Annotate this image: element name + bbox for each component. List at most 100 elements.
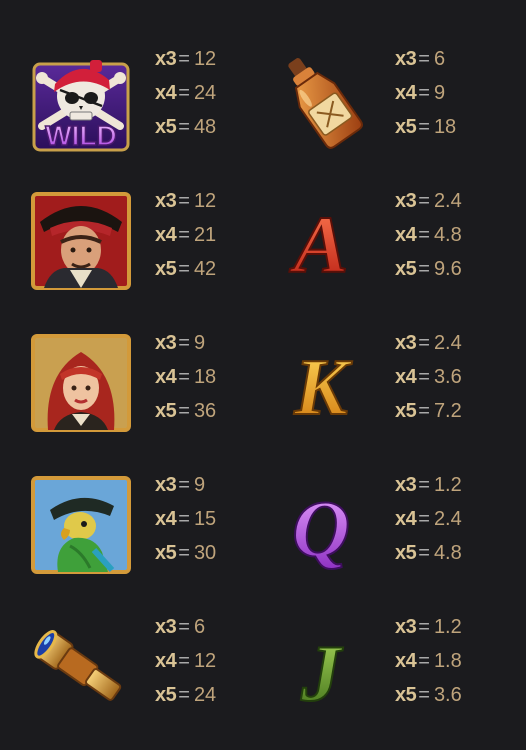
multiplier: x5 (395, 258, 417, 280)
multiplier: x3 (155, 332, 177, 354)
letter-a-glyph: A (289, 199, 349, 290)
wild-skull-icon: WILD (30, 50, 132, 152)
pay-list: x3 = 9 x4 = 18 x5 = 36 (155, 326, 216, 428)
multiplier: x3 (395, 474, 417, 496)
letter-j-glyph: J (300, 630, 344, 718)
payout-value: 48 (193, 116, 217, 138)
multiplier: x5 (155, 542, 177, 564)
paytable-entry-spyglass: x3 = 6 x4 = 12 x5 = 24 (0, 610, 263, 750)
payout-value: 18 (193, 366, 217, 388)
paytable-entry-letter-k: K x3 = 2.4 x4 = 3.6 x5 = 7.2 (240, 326, 503, 466)
payout-value: 9 (193, 332, 206, 354)
payout-value: 4.8 (433, 224, 462, 246)
multiplier: x3 (155, 616, 177, 638)
payout-value: 30 (193, 542, 217, 564)
multiplier: x3 (155, 48, 177, 70)
multiplier: x4 (395, 650, 417, 672)
letter-q-icon: Q (270, 476, 372, 578)
multiplier: x4 (395, 82, 417, 104)
pay-list: x3 = 9 x4 = 15 x5 = 30 (155, 468, 216, 570)
multiplier: x5 (155, 684, 177, 706)
pay-row: x5 = 36 (155, 400, 217, 422)
payout-value: 6 (433, 48, 446, 70)
multiplier: x4 (395, 508, 417, 530)
multiplier: x5 (395, 542, 417, 564)
payout-value: 24 (193, 684, 217, 706)
pay-row: x3 = 1.2 (395, 616, 462, 638)
payout-value: 21 (193, 224, 217, 246)
paytable-entry-letter-a: A x3 = 2.4 x4 = 4.8 x5 = 9.6 (240, 184, 503, 324)
pay-list: x3 = 2.4 x4 = 4.8 x5 = 9.6 (395, 184, 462, 286)
letter-q-glyph: Q (292, 486, 350, 574)
payout-value: 24 (193, 82, 217, 104)
multiplier: x4 (155, 508, 177, 530)
payout-value: 9.6 (433, 258, 462, 280)
multiplier: x4 (155, 366, 177, 388)
letter-j-icon: J (270, 618, 372, 720)
pay-list: x3 = 1.2 x4 = 2.4 x5 = 4.8 (395, 468, 462, 570)
paytable-entry-rum-bottle: x3 = 6 x4 = 9 x5 = 18 (240, 42, 503, 182)
letter-k-glyph: K (293, 344, 352, 432)
paytable-entry-pirate-captain: x3 = 12 x4 = 21 x5 = 42 (0, 184, 263, 324)
multiplier: x5 (395, 116, 417, 138)
pay-row: x4 = 3.6 (395, 366, 462, 388)
pay-row: x3 = 6 (395, 48, 446, 70)
pay-row: x3 = 2.4 (395, 190, 462, 212)
pay-row: x3 = 1.2 (395, 474, 462, 496)
payout-value: 1.2 (433, 616, 462, 638)
multiplier: x4 (155, 82, 177, 104)
multiplier: x3 (395, 332, 417, 354)
rum-bottle-icon (270, 50, 372, 152)
paytable-entry-wild: WILD x3 = 12 x4 = 24 x5 = 48 (0, 42, 263, 182)
pay-row: x4 = 2.4 (395, 508, 462, 530)
payout-value: 3.6 (433, 366, 462, 388)
pay-row: x5 = 30 (155, 542, 217, 564)
payout-value: 42 (193, 258, 217, 280)
multiplier: x3 (155, 474, 177, 496)
pay-row: x3 = 9 (155, 474, 206, 496)
pay-row: x4 = 9 (395, 82, 446, 104)
payout-value: 4.8 (433, 542, 462, 564)
pay-row: x5 = 7.2 (395, 400, 462, 422)
pay-row: x4 = 21 (155, 224, 217, 246)
multiplier: x3 (395, 616, 417, 638)
pay-list: x3 = 1.2 x4 = 1.8 x5 = 3.6 (395, 610, 462, 712)
wild-label: WILD (45, 120, 117, 151)
pirate-captain-icon (30, 192, 132, 294)
pay-list: x3 = 6 x4 = 9 x5 = 18 (395, 42, 456, 144)
payout-value: 1.2 (433, 474, 462, 496)
pay-row: x5 = 18 (395, 116, 457, 138)
multiplier: x4 (395, 366, 417, 388)
payout-value: 6 (193, 616, 206, 638)
pay-list: x3 = 6 x4 = 12 x5 = 24 (155, 610, 216, 712)
payout-value: 3.6 (433, 684, 462, 706)
pay-row: x4 = 12 (155, 650, 217, 672)
payout-value: 18 (433, 116, 457, 138)
pay-row: x3 = 6 (155, 616, 206, 638)
pay-row: x4 = 18 (155, 366, 217, 388)
paytable-entry-letter-j: J x3 = 1.2 x4 = 1.8 x5 = 3.6 (240, 610, 503, 750)
payout-value: 9 (433, 82, 446, 104)
payout-value: 7.2 (433, 400, 462, 422)
multiplier: x5 (155, 116, 177, 138)
payout-value: 12 (193, 190, 217, 212)
pay-row: x5 = 48 (155, 116, 217, 138)
paytable-entry-parrot: x3 = 9 x4 = 15 x5 = 30 (0, 468, 263, 608)
multiplier: x5 (395, 400, 417, 422)
multiplier: x4 (395, 224, 417, 246)
multiplier: x3 (395, 190, 417, 212)
payout-value: 2.4 (433, 190, 462, 212)
multiplier: x5 (155, 258, 177, 280)
payout-value: 1.8 (433, 650, 462, 672)
pay-row: x4 = 1.8 (395, 650, 462, 672)
pay-row: x5 = 4.8 (395, 542, 462, 564)
payout-value: 36 (193, 400, 217, 422)
pay-row: x3 = 12 (155, 190, 217, 212)
multiplier: x4 (155, 650, 177, 672)
letter-a-icon: A (270, 192, 372, 294)
pay-row: x4 = 24 (155, 82, 217, 104)
pirate-woman-icon (30, 334, 132, 436)
pay-row: x4 = 15 (155, 508, 217, 530)
parrot-icon (30, 476, 132, 578)
paytable-entry-pirate-woman: x3 = 9 x4 = 18 x5 = 36 (0, 326, 263, 466)
